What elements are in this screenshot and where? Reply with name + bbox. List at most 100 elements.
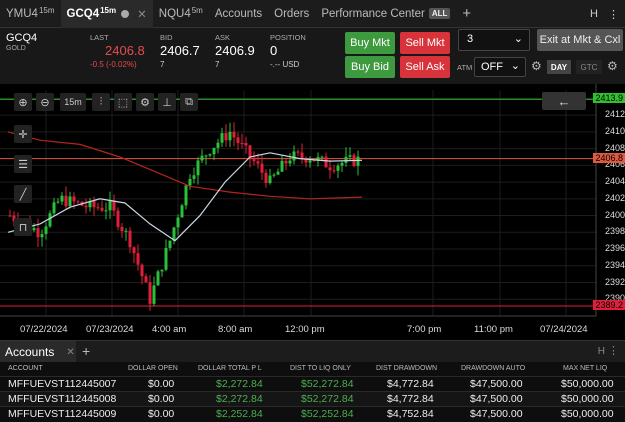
ask-label: ASK [215,33,231,42]
tif-gtc-button[interactable]: GTC [576,60,602,74]
tab-interval: 15m [100,6,117,15]
sell-ask-button[interactable]: Sell Ask [400,56,450,78]
candle-body [192,175,196,179]
candle-body [120,226,124,232]
column-header[interactable]: DRAWDOWN AUTO [461,365,525,372]
gear-icon[interactable]: ⚙ [531,59,542,73]
draw-line-icon[interactable]: ╱ [14,185,32,203]
gear-icon[interactable]: ⚙ [607,59,618,73]
bid-size: 7 [160,60,165,69]
tab-orders[interactable]: Orders [268,0,315,28]
price-tick-label: 2404 [604,176,625,187]
buy-bid-button[interactable]: Buy Bid [345,56,395,78]
tab-nqu4[interactable]: NQU4 5m [153,0,209,28]
candle-body [348,155,352,157]
layout-toggle[interactable]: H [598,346,605,357]
column-header[interactable]: DOLLAR OPEN [128,365,178,372]
layout-toggle[interactable]: H [590,8,598,20]
price-tick-label: 2410 [604,125,625,136]
price-tick-label: 2400 [604,209,625,220]
candle-body [176,217,180,228]
price-level-tag: 2389.2 [593,299,625,310]
tab-accounts-panel[interactable]: Accounts ✕ [0,341,76,363]
close-icon[interactable]: ✕ [66,347,74,358]
candle-body [136,253,140,265]
time-tick-label: 8:00 am [218,324,253,335]
buy-mkt-button[interactable]: Buy Mkt [345,32,395,54]
account-id: MFFUEVST112445007 [8,378,117,390]
more-icon[interactable]: ⋮ [608,344,619,357]
column-header[interactable]: DOLLAR TOTAL P L [198,365,262,372]
candle-body [328,167,332,171]
candle-body [32,228,36,231]
tab-accounts[interactable]: Accounts [209,0,268,28]
candle-body [124,230,128,232]
candle-body [84,205,88,208]
tab-performance-center[interactable]: Performance Center ALL [315,0,456,28]
table-row[interactable]: MFFUEVST112445007 $0.00 $2,272.84 $52,27… [0,376,625,391]
zoom-in-icon[interactable]: ⊕ [14,93,32,111]
candle-body [132,247,136,254]
symbol[interactable]: GCQ4 [6,32,37,44]
add-tab-icon[interactable]: + [456,0,477,28]
add-tab-icon[interactable]: + [82,343,90,359]
crosshair-icon[interactable]: ✛ [14,125,32,143]
position-value: 0 [270,43,278,58]
candle-body [320,156,324,158]
table-row[interactable]: MFFUEVST112445009 $0.00 $2,252.84 $52,25… [0,406,625,421]
candle-body [256,161,260,164]
max-net-liq: $50,000.00 [561,393,614,405]
tab-ymu4[interactable]: YMU4 15m [0,0,61,28]
tab-gcq4[interactable]: GCQ4 15m ✕ [60,0,153,28]
exit-at-mkt-cancel-button[interactable]: Exit at Mkt & Cxl [537,29,623,51]
candle-body [272,174,276,176]
dollar-open: $0.00 [148,408,175,420]
atm-select[interactable]: OFF ⌄ [474,57,526,77]
interval-button[interactable]: 15m [60,93,86,111]
candle-body [196,160,200,176]
zoom-out-icon[interactable]: ⊖ [36,93,54,111]
templates-icon[interactable]: ⧉ [180,93,198,111]
dist-drawdown: $4,752.84 [387,408,434,420]
candle-body [8,215,12,217]
arrow-left-icon[interactable]: ← [542,92,586,110]
tif-day-button[interactable]: DAY [547,60,571,74]
symbol-description: GOLD [6,45,26,52]
chart-canvas [0,84,597,317]
indicators-icon[interactable]: ⊥ [158,93,176,111]
column-header[interactable]: ACCOUNT [8,365,43,372]
account-id: MFFUEVST112445009 [8,408,117,420]
time-tick-label: 07/24/2024 [540,324,588,335]
table-row[interactable]: MFFUEVST112445008 $0.00 $2,272.84 $52,27… [0,391,625,406]
price-tick-label: 2402 [604,192,625,203]
candle-body [324,156,328,168]
quantity-select[interactable]: 3 ⌄ [458,29,530,51]
candle-type-icon[interactable]: ⫶ [92,93,110,111]
settings-icon[interactable]: ⚙ [136,93,154,111]
ask-price: 2406.9 [215,43,255,58]
dollar-open: $0.00 [148,378,175,390]
bid-price: 2406.7 [160,43,200,58]
column-header[interactable]: MAX NET LIQ [563,365,607,372]
close-icon[interactable]: ✕ [137,7,147,21]
lock-icon[interactable]: ⊓ [14,218,32,236]
candle-body [152,285,156,304]
dollar-total-pl: $2,272.84 [216,393,263,405]
column-header[interactable]: DIST TO LIQ ONLY [290,365,351,372]
dist-to-liq: $52,252.84 [301,408,354,420]
time-tick-label: 12:00 pm [285,324,325,335]
candle-body [248,145,252,158]
price-chart[interactable]: ⊕ ⊖ 15m ⫶ ⬚ ⚙ ⊥ ⧉ ✛ ☰ ╱ ⊓ ← 241424122410… [0,84,625,339]
more-icon[interactable]: ⋮ [608,8,619,21]
candle-body [288,160,292,164]
candle-body [336,165,340,171]
notes-icon[interactable]: ☰ [14,155,32,173]
tab-bar: YMU4 15m GCQ4 15m ✕ NQU4 5m Accounts Orders … [0,0,625,28]
crosshair-select-icon[interactable]: ⬚ [114,93,132,111]
sell-mkt-button[interactable]: Sell Mkt [400,32,450,54]
quantity-value: 3 [467,33,474,45]
max-net-liq: $50,000.00 [561,378,614,390]
candle-body [72,196,76,202]
column-header[interactable]: DIST DRAWDOWN [376,365,437,372]
candle-body [340,162,344,166]
